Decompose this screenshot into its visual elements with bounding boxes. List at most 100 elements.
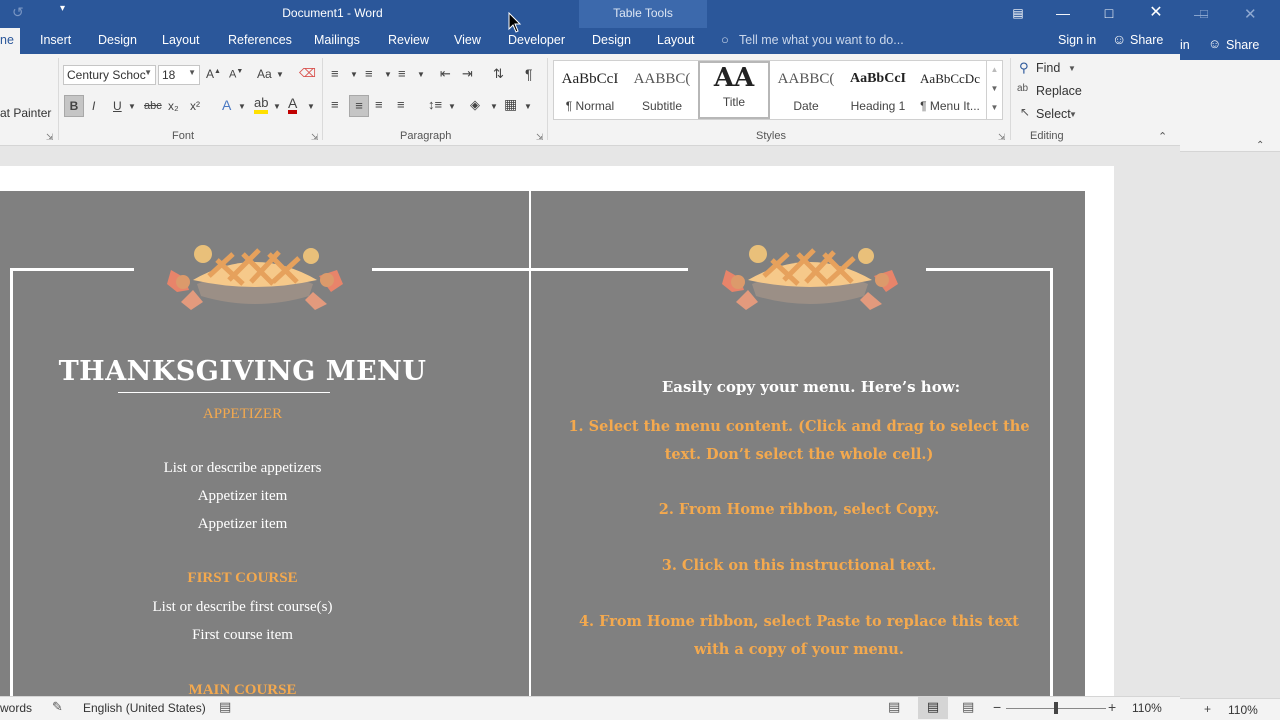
increase-indent-icon[interactable]: ⇥	[462, 66, 473, 82]
style-date[interactable]: AABBC( Date	[770, 61, 842, 119]
word-count[interactable]: words	[0, 701, 32, 715]
tell-me-search[interactable]: Tell me what you want to do...	[739, 33, 904, 47]
gallery-scroll[interactable]: ▲ ▼ ▼	[986, 61, 1002, 119]
instruction-step[interactable]: 3. Click on this instructional text.	[560, 552, 1038, 580]
gallery-up-icon[interactable]: ▲	[987, 61, 1002, 80]
instruction-step[interactable]: 2. From Home ribbon, select Copy.	[560, 496, 1038, 524]
language-indicator[interactable]: English (United States)	[83, 701, 206, 715]
grow-font-icon[interactable]: A▲	[206, 67, 221, 81]
superscript-button[interactable]: x²	[190, 99, 200, 113]
gallery-more-icon[interactable]: ▼	[987, 99, 1002, 118]
appetizer-description[interactable]: List or describe appetizers	[0, 460, 485, 477]
justify-icon[interactable]: ≡	[397, 97, 405, 112]
bold-button[interactable]: B	[64, 95, 84, 117]
tab-design[interactable]: Design	[98, 33, 137, 47]
chevron-down-icon[interactable]: ▼	[417, 70, 425, 79]
collapse-ribbon-icon[interactable]: ⌃	[1256, 140, 1264, 151]
tab-layout[interactable]: Layout	[162, 33, 200, 47]
sort-icon[interactable]: ⇅	[493, 66, 504, 82]
print-layout-icon[interactable]: ▤	[918, 697, 948, 719]
instructions-heading[interactable]: Easily copy your menu. Here’s how:	[531, 378, 1091, 396]
font-size-combo[interactable]: 18 ▼	[158, 65, 200, 85]
read-mode-icon[interactable]: ▤	[888, 699, 900, 715]
proofing-icon[interactable]: ✎	[52, 699, 63, 715]
share-button[interactable]: Share	[1130, 33, 1163, 47]
underline-button[interactable]: U	[113, 99, 122, 113]
background-sign-in-partial[interactable]: in	[1180, 38, 1190, 52]
font-name-combo[interactable]: Century Schoc ▼	[63, 65, 156, 85]
maximize-icon[interactable]: □	[1200, 6, 1208, 21]
clear-formatting-icon[interactable]: ⌫	[299, 66, 316, 80]
chevron-down-icon[interactable]: ▼	[128, 102, 136, 111]
document-page[interactable]: THANKSGIVING MENU APPETIZER List or desc…	[0, 166, 1114, 696]
italic-button[interactable]: I	[92, 99, 95, 113]
subscript-button[interactable]: x₂	[168, 99, 179, 113]
chevron-down-icon[interactable]: ▼	[448, 102, 456, 111]
menu-title[interactable]: THANKSGIVING MENU	[0, 356, 485, 387]
shrink-font-icon[interactable]: A▼	[229, 68, 243, 81]
close-icon[interactable]: ✕	[1133, 0, 1179, 28]
shading-icon[interactable]: ◈	[470, 97, 480, 113]
minimize-icon[interactable]: —	[1040, 0, 1086, 28]
web-layout-icon[interactable]: ▤	[962, 699, 974, 715]
borders-icon[interactable]: ▦	[504, 96, 517, 113]
chevron-down-icon[interactable]: ▼	[490, 102, 498, 111]
first-course-description[interactable]: List or describe first course(s)	[0, 599, 485, 616]
tab-view[interactable]: View	[454, 33, 481, 47]
zoom-slider-thumb[interactable]	[1054, 702, 1058, 714]
style-normal[interactable]: AaBbCcI ¶ Normal	[554, 61, 626, 119]
multilevel-list-icon[interactable]: ≡	[398, 66, 406, 81]
zoom-in-icon[interactable]: +	[1108, 699, 1116, 715]
chevron-down-icon[interactable]: ▼	[276, 70, 284, 79]
chevron-down-icon[interactable]: ▼	[1068, 64, 1076, 73]
appetizer-item[interactable]: Appetizer item	[0, 516, 485, 533]
chevron-down-icon[interactable]: ▼	[524, 102, 532, 111]
style-subtitle[interactable]: AABBC( Subtitle	[626, 61, 698, 119]
tab-home[interactable]: ne	[0, 28, 20, 54]
collapse-ribbon-icon[interactable]: ⌃	[1158, 130, 1167, 143]
first-course-item[interactable]: First course item	[0, 627, 485, 644]
zoom-level[interactable]: 110%	[1132, 701, 1162, 715]
align-center-icon[interactable]: ≡	[349, 95, 369, 117]
background-zoom-level[interactable]: 110%	[1228, 703, 1258, 717]
tab-mailings[interactable]: Mailings	[314, 33, 360, 47]
style-menu-item[interactable]: AaBbCcDc ¶ Menu It...	[914, 61, 986, 119]
chevron-down-icon[interactable]: ▼	[273, 102, 281, 111]
tab-references[interactable]: References	[228, 33, 292, 47]
style-title[interactable]: AA Title	[698, 61, 770, 119]
show-marks-icon[interactable]: ¶	[525, 66, 533, 82]
ribbon-display-options-icon[interactable]: ▤	[995, 0, 1041, 28]
style-heading-1[interactable]: AaBbCcI Heading 1	[842, 61, 914, 119]
format-painter-button[interactable]: at Painter	[0, 106, 51, 120]
paragraph-dialog-launcher-icon[interactable]: ⇲	[536, 132, 544, 143]
find-button[interactable]: Find	[1036, 61, 1060, 75]
tab-developer[interactable]: Developer	[508, 33, 565, 47]
font-dialog-launcher-icon[interactable]: ⇲	[311, 132, 319, 143]
appetizer-heading[interactable]: APPETIZER	[0, 406, 485, 423]
zoom-out-icon[interactable]: −	[993, 699, 1001, 715]
chevron-down-icon[interactable]: ▼	[238, 102, 246, 111]
maximize-icon[interactable]: □	[1086, 0, 1132, 28]
instruction-step[interactable]: 4. From Home ribbon, select Paste to rep…	[560, 608, 1038, 664]
tab-table-layout[interactable]: Layout	[657, 33, 695, 47]
text-effects-icon[interactable]: A	[222, 97, 231, 113]
replace-button[interactable]: Replace	[1036, 84, 1082, 98]
bullets-icon[interactable]: ≡	[331, 66, 339, 81]
select-button[interactable]: Select	[1036, 107, 1071, 121]
tab-table-design[interactable]: Design	[592, 33, 631, 47]
close-icon[interactable]: ✕	[1244, 5, 1257, 23]
chevron-down-icon[interactable]: ▼	[307, 102, 315, 111]
highlight-color-icon[interactable]: ab	[254, 96, 269, 114]
decrease-indent-icon[interactable]: ⇤	[440, 66, 451, 82]
background-share-button[interactable]: Share	[1226, 38, 1259, 52]
numbering-icon[interactable]: ≡	[365, 66, 373, 81]
change-case-button[interactable]: Aa	[257, 67, 272, 81]
chevron-down-icon[interactable]: ▼	[384, 70, 392, 79]
first-course-heading[interactable]: FIRST COURSE	[0, 570, 485, 587]
line-spacing-icon[interactable]: ↕≡	[428, 97, 442, 112]
tab-insert[interactable]: Insert	[40, 33, 71, 47]
strikethrough-button[interactable]: abc	[144, 100, 162, 112]
clipboard-dialog-launcher-icon[interactable]: ⇲	[46, 132, 54, 143]
chevron-down-icon[interactable]: ▼	[350, 70, 358, 79]
font-color-icon[interactable]: A	[288, 96, 298, 114]
